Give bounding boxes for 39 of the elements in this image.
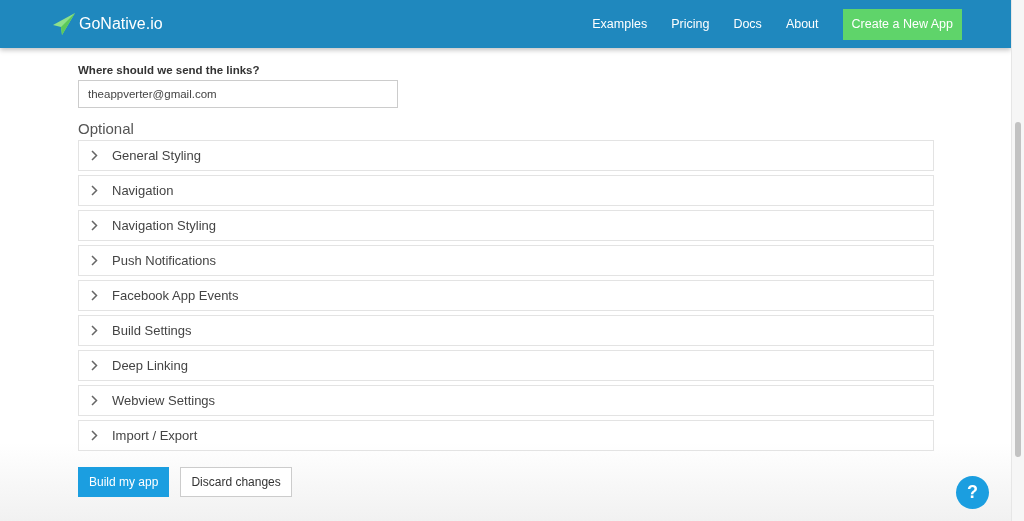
accordion-item[interactable]: General Styling: [78, 140, 934, 171]
accordion-item[interactable]: Navigation Styling: [78, 210, 934, 241]
accordion-item[interactable]: Push Notifications: [78, 245, 934, 276]
chevron-icon: [91, 395, 98, 406]
accordion-item[interactable]: Build Settings: [78, 315, 934, 346]
accordion-label: Webview Settings: [112, 393, 216, 408]
chevron-icon: [91, 220, 98, 231]
nav-link[interactable]: Pricing: [671, 17, 710, 31]
accordion-label: Push Notifications: [112, 253, 217, 268]
accordion-item[interactable]: Import / Export: [78, 420, 934, 451]
chevron-icon: [91, 150, 98, 161]
chevron-icon: [91, 290, 98, 301]
accordion-item[interactable]: Facebook App Events: [78, 280, 934, 311]
accordion-label: Navigation: [112, 183, 174, 198]
nav-link[interactable]: Examples: [592, 17, 648, 31]
scrollbar-thumb[interactable]: [1015, 122, 1021, 457]
section-heading: Optional: [78, 120, 135, 138]
accordion-item[interactable]: Deep Linking: [78, 350, 934, 381]
chevron-icon: [91, 185, 98, 196]
chevron-icon: [91, 360, 98, 371]
accordion-label: Import / Export: [112, 428, 198, 443]
discard-button[interactable]: Discard changes: [180, 467, 292, 497]
scrollbar[interactable]: [1011, 0, 1024, 521]
nav-link[interactable]: About: [785, 17, 819, 31]
chevron-icon: [91, 255, 98, 266]
nav-link[interactable]: Docs: [733, 17, 762, 31]
chevron-icon: [91, 325, 98, 336]
paper-plane-icon: [52, 12, 76, 36]
accordion-label: Deep Linking: [112, 358, 188, 373]
accordion-label: Navigation Styling: [112, 218, 217, 233]
accordion-label: Facebook App Events: [112, 288, 239, 303]
accordion-label: General Styling: [112, 148, 201, 163]
accordion-item[interactable]: Webview Settings: [78, 385, 934, 416]
accordion-item[interactable]: Navigation: [78, 175, 934, 206]
accordion-label: Build Settings: [112, 323, 192, 338]
input-field[interactable]: theappverter@gmail.com: [78, 80, 398, 108]
chevron-icon: [91, 430, 98, 441]
logo-text[interactable]: GoNative.io: [79, 15, 163, 33]
field-label: Where should we send the links?: [78, 64, 261, 78]
